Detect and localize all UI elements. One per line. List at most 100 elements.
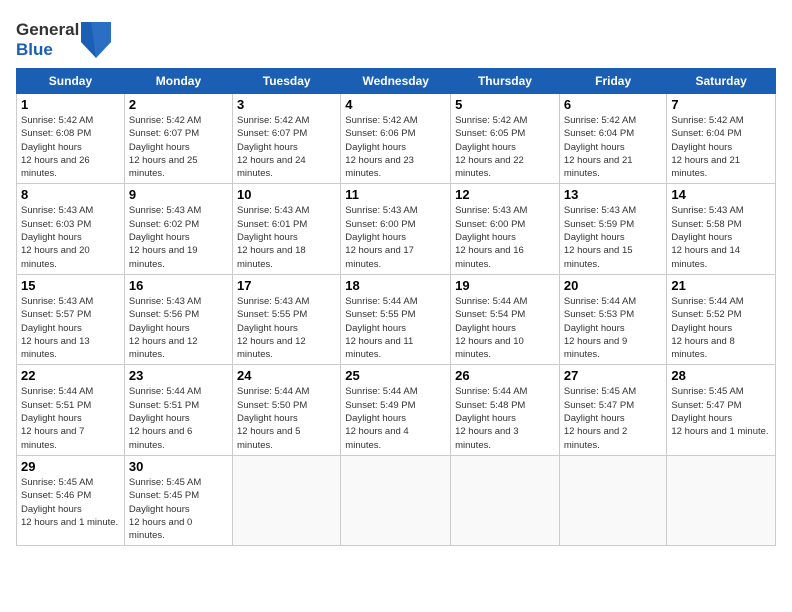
calendar-cell <box>451 455 560 545</box>
cell-info: Sunrise: 5:42 AMSunset: 6:04 PMDaylight … <box>671 115 743 179</box>
day-header-row: SundayMondayTuesdayWednesdayThursdayFrid… <box>17 69 776 94</box>
calendar-cell: 6 Sunrise: 5:42 AMSunset: 6:04 PMDayligh… <box>559 94 666 184</box>
calendar-table: SundayMondayTuesdayWednesdayThursdayFrid… <box>16 68 776 546</box>
calendar-cell: 24 Sunrise: 5:44 AMSunset: 5:50 PMDaylig… <box>233 365 341 455</box>
calendar-cell: 4 Sunrise: 5:42 AMSunset: 6:06 PMDayligh… <box>341 94 451 184</box>
calendar-cell <box>667 455 776 545</box>
day-header-saturday: Saturday <box>667 69 776 94</box>
date-number: 14 <box>671 187 771 202</box>
cell-info: Sunrise: 5:43 AMSunset: 5:58 PMDaylight … <box>671 205 743 269</box>
date-number: 21 <box>671 278 771 293</box>
calendar-cell: 5 Sunrise: 5:42 AMSunset: 6:05 PMDayligh… <box>451 94 560 184</box>
cell-info: Sunrise: 5:44 AMSunset: 5:48 PMDaylight … <box>455 386 527 450</box>
cell-info: Sunrise: 5:45 AMSunset: 5:46 PMDaylight … <box>21 477 118 528</box>
cell-info: Sunrise: 5:44 AMSunset: 5:55 PMDaylight … <box>345 296 417 360</box>
calendar-row-3: 22 Sunrise: 5:44 AMSunset: 5:51 PMDaylig… <box>17 365 776 455</box>
cell-info: Sunrise: 5:42 AMSunset: 6:04 PMDaylight … <box>564 115 636 179</box>
day-header-friday: Friday <box>559 69 666 94</box>
calendar-cell: 7 Sunrise: 5:42 AMSunset: 6:04 PMDayligh… <box>667 94 776 184</box>
logo-blue-text: Blue <box>16 40 79 60</box>
cell-info: Sunrise: 5:43 AMSunset: 6:00 PMDaylight … <box>455 205 527 269</box>
calendar-cell: 10 Sunrise: 5:43 AMSunset: 6:01 PMDaylig… <box>233 184 341 274</box>
calendar-cell: 2 Sunrise: 5:42 AMSunset: 6:07 PMDayligh… <box>124 94 232 184</box>
date-number: 23 <box>129 368 228 383</box>
date-number: 27 <box>564 368 662 383</box>
calendar-cell: 27 Sunrise: 5:45 AMSunset: 5:47 PMDaylig… <box>559 365 666 455</box>
date-number: 20 <box>564 278 662 293</box>
cell-info: Sunrise: 5:44 AMSunset: 5:53 PMDaylight … <box>564 296 636 360</box>
date-number: 11 <box>345 187 446 202</box>
header: General Blue <box>16 16 776 60</box>
calendar-row-4: 29 Sunrise: 5:45 AMSunset: 5:46 PMDaylig… <box>17 455 776 545</box>
cell-info: Sunrise: 5:43 AMSunset: 5:56 PMDaylight … <box>129 296 201 360</box>
date-number: 1 <box>21 97 120 112</box>
cell-info: Sunrise: 5:44 AMSunset: 5:49 PMDaylight … <box>345 386 417 450</box>
cell-info: Sunrise: 5:43 AMSunset: 5:57 PMDaylight … <box>21 296 93 360</box>
calendar-row-2: 15 Sunrise: 5:43 AMSunset: 5:57 PMDaylig… <box>17 274 776 364</box>
date-number: 17 <box>237 278 336 293</box>
cell-info: Sunrise: 5:42 AMSunset: 6:05 PMDaylight … <box>455 115 527 179</box>
cell-info: Sunrise: 5:44 AMSunset: 5:54 PMDaylight … <box>455 296 527 360</box>
date-number: 22 <box>21 368 120 383</box>
date-number: 28 <box>671 368 771 383</box>
cell-info: Sunrise: 5:44 AMSunset: 5:51 PMDaylight … <box>129 386 201 450</box>
logo-icon <box>81 22 111 58</box>
calendar-cell: 8 Sunrise: 5:43 AMSunset: 6:03 PMDayligh… <box>17 184 125 274</box>
date-number: 19 <box>455 278 555 293</box>
date-number: 29 <box>21 459 120 474</box>
calendar-cell: 25 Sunrise: 5:44 AMSunset: 5:49 PMDaylig… <box>341 365 451 455</box>
calendar-cell: 3 Sunrise: 5:42 AMSunset: 6:07 PMDayligh… <box>233 94 341 184</box>
calendar-cell: 18 Sunrise: 5:44 AMSunset: 5:55 PMDaylig… <box>341 274 451 364</box>
calendar-cell: 29 Sunrise: 5:45 AMSunset: 5:46 PMDaylig… <box>17 455 125 545</box>
day-header-thursday: Thursday <box>451 69 560 94</box>
logo-text: General <box>16 20 79 40</box>
cell-info: Sunrise: 5:42 AMSunset: 6:08 PMDaylight … <box>21 115 93 179</box>
calendar-row-0: 1 Sunrise: 5:42 AMSunset: 6:08 PMDayligh… <box>17 94 776 184</box>
date-number: 12 <box>455 187 555 202</box>
calendar-cell: 13 Sunrise: 5:43 AMSunset: 5:59 PMDaylig… <box>559 184 666 274</box>
calendar-cell <box>233 455 341 545</box>
calendar-cell: 23 Sunrise: 5:44 AMSunset: 5:51 PMDaylig… <box>124 365 232 455</box>
calendar-cell: 21 Sunrise: 5:44 AMSunset: 5:52 PMDaylig… <box>667 274 776 364</box>
calendar-cell: 19 Sunrise: 5:44 AMSunset: 5:54 PMDaylig… <box>451 274 560 364</box>
date-number: 18 <box>345 278 446 293</box>
date-number: 25 <box>345 368 446 383</box>
cell-info: Sunrise: 5:43 AMSunset: 6:00 PMDaylight … <box>345 205 417 269</box>
date-number: 6 <box>564 97 662 112</box>
calendar-cell: 16 Sunrise: 5:43 AMSunset: 5:56 PMDaylig… <box>124 274 232 364</box>
date-number: 9 <box>129 187 228 202</box>
date-number: 7 <box>671 97 771 112</box>
cell-info: Sunrise: 5:45 AMSunset: 5:47 PMDaylight … <box>564 386 636 450</box>
date-number: 10 <box>237 187 336 202</box>
cell-info: Sunrise: 5:43 AMSunset: 6:02 PMDaylight … <box>129 205 201 269</box>
cell-info: Sunrise: 5:45 AMSunset: 5:47 PMDaylight … <box>671 386 768 437</box>
date-number: 4 <box>345 97 446 112</box>
date-number: 26 <box>455 368 555 383</box>
calendar-cell: 1 Sunrise: 5:42 AMSunset: 6:08 PMDayligh… <box>17 94 125 184</box>
calendar-cell: 28 Sunrise: 5:45 AMSunset: 5:47 PMDaylig… <box>667 365 776 455</box>
cell-info: Sunrise: 5:42 AMSunset: 6:07 PMDaylight … <box>237 115 309 179</box>
calendar-cell <box>341 455 451 545</box>
cell-info: Sunrise: 5:44 AMSunset: 5:51 PMDaylight … <box>21 386 93 450</box>
date-number: 5 <box>455 97 555 112</box>
calendar-row-1: 8 Sunrise: 5:43 AMSunset: 6:03 PMDayligh… <box>17 184 776 274</box>
calendar-cell: 20 Sunrise: 5:44 AMSunset: 5:53 PMDaylig… <box>559 274 666 364</box>
day-header-wednesday: Wednesday <box>341 69 451 94</box>
cell-info: Sunrise: 5:42 AMSunset: 6:07 PMDaylight … <box>129 115 201 179</box>
calendar-cell: 9 Sunrise: 5:43 AMSunset: 6:02 PMDayligh… <box>124 184 232 274</box>
date-number: 8 <box>21 187 120 202</box>
date-number: 2 <box>129 97 228 112</box>
calendar-cell: 15 Sunrise: 5:43 AMSunset: 5:57 PMDaylig… <box>17 274 125 364</box>
cell-info: Sunrise: 5:43 AMSunset: 5:55 PMDaylight … <box>237 296 309 360</box>
day-header-sunday: Sunday <box>17 69 125 94</box>
date-number: 13 <box>564 187 662 202</box>
day-header-tuesday: Tuesday <box>233 69 341 94</box>
calendar-cell: 26 Sunrise: 5:44 AMSunset: 5:48 PMDaylig… <box>451 365 560 455</box>
calendar-cell: 30 Sunrise: 5:45 AMSunset: 5:45 PMDaylig… <box>124 455 232 545</box>
calendar-cell: 12 Sunrise: 5:43 AMSunset: 6:00 PMDaylig… <box>451 184 560 274</box>
cell-info: Sunrise: 5:43 AMSunset: 5:59 PMDaylight … <box>564 205 636 269</box>
logo: General Blue <box>16 20 111 60</box>
calendar-cell <box>559 455 666 545</box>
calendar-cell: 22 Sunrise: 5:44 AMSunset: 5:51 PMDaylig… <box>17 365 125 455</box>
cell-info: Sunrise: 5:43 AMSunset: 6:01 PMDaylight … <box>237 205 309 269</box>
